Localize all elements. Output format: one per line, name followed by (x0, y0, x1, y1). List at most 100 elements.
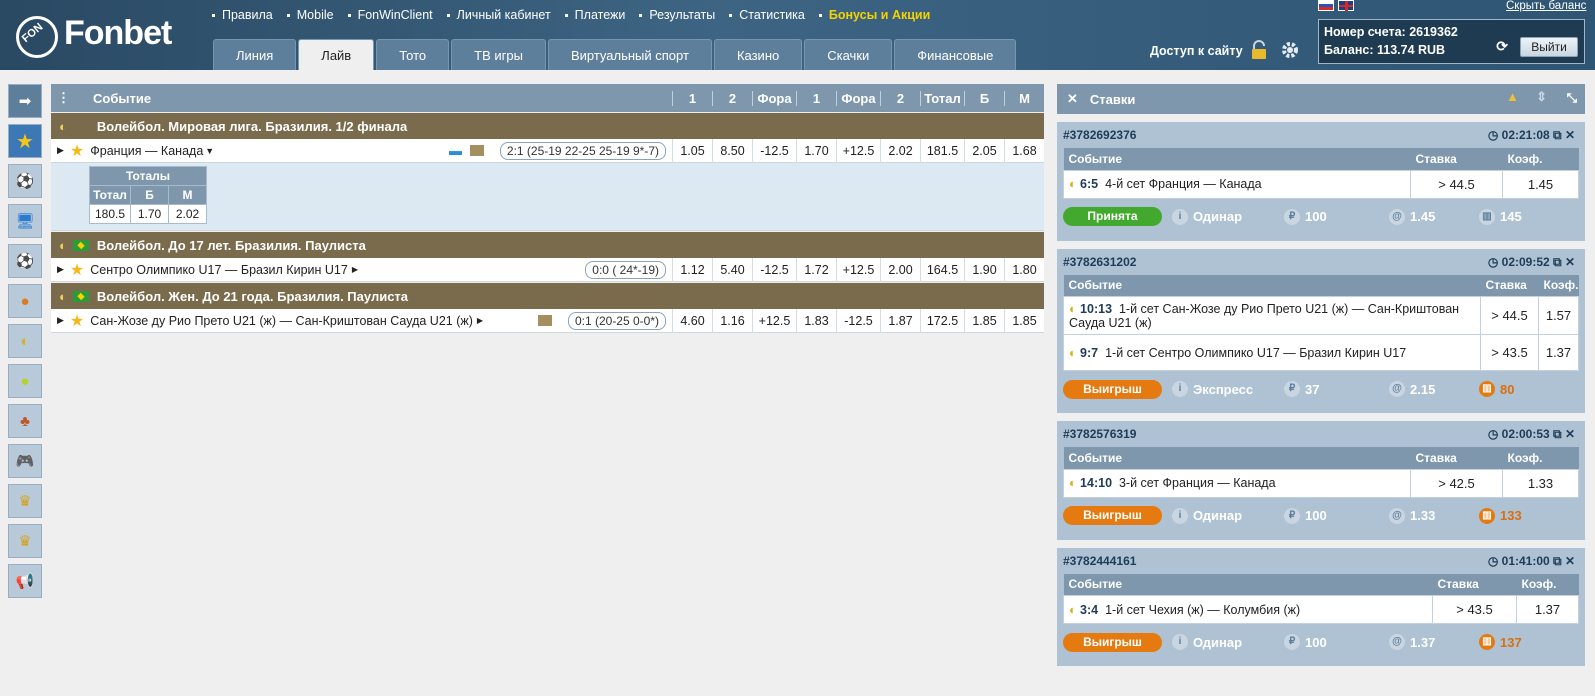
odd-cell[interactable]: 1.85 (1004, 308, 1044, 333)
bet-id[interactable]: #3782576319 (1063, 427, 1136, 441)
tab-virtual-sport[interactable]: Виртуальный спорт (547, 39, 712, 70)
expand-arrow-icon[interactable]: ▶ (57, 315, 64, 326)
volleyball-icon: ◐ (59, 288, 67, 304)
event-row[interactable]: ▶ ★ Франция — Канада ▼ ▬ 2:1 (25-19 22-2… (51, 138, 1044, 163)
nav-link-rules[interactable]: Правила (212, 8, 273, 22)
lock-icon[interactable] (1250, 40, 1268, 60)
bet-card: #3782692376 ◷ 02:21:08 ⧉ ✕ Событие Ставка… (1057, 122, 1585, 241)
odd-cell[interactable]: 1.83 (796, 308, 836, 333)
competition-header[interactable]: ◐ Волейбол. Жен. До 21 года. Бразилия. П… (51, 283, 1044, 309)
bet-amount: ₽100 (1284, 634, 1327, 650)
odd-cell[interactable]: 8.50 (712, 138, 752, 163)
misc-sports-icon[interactable]: ♣ (8, 404, 42, 438)
odd-cell[interactable]: 1.70 (796, 138, 836, 163)
tab-racing[interactable]: Скачки (804, 39, 893, 70)
bets-panel: ✕ Ставки ⤡ ⇕ ▲ #3782692376 ◷ 02:21:08 ⧉ … (1057, 84, 1585, 666)
nav-link-fonwinclient[interactable]: FonWinClient (347, 8, 433, 22)
odd-cell[interactable]: 1.05 (672, 138, 712, 163)
favorites-star-icon[interactable]: ★ (8, 124, 42, 158)
bet-id[interactable]: #3782692376 (1063, 128, 1136, 142)
expand-caret-icon[interactable]: ▶ (352, 265, 358, 274)
odd-cell[interactable]: 1.87 (880, 308, 920, 333)
competition-header[interactable]: ◐ Волейбол. Мировая лига. Бразилия. 1/2 … (51, 113, 1044, 139)
site-access-label[interactable]: Доступ к сайту (1150, 44, 1243, 58)
nav-link-payments[interactable]: Платежи (564, 8, 625, 22)
trophy-alt-icon[interactable]: ♛ (8, 524, 42, 558)
logout-button[interactable]: Выйти (1520, 37, 1578, 57)
nav-link-bonuses[interactable]: Бонусы и Акции (818, 8, 930, 22)
odd-cell[interactable]: 4.60 (672, 308, 712, 333)
sort-arrows-icon[interactable]: ⇕ (1536, 89, 1547, 105)
totals-odd-over[interactable]: 1.70 (130, 204, 169, 224)
odd-cell[interactable]: 2.02 (880, 138, 920, 163)
tab-toto[interactable]: Тото (376, 39, 450, 70)
totals-odd-under[interactable]: 2.02 (168, 204, 207, 224)
basketball-icon[interactable]: ● (8, 284, 42, 318)
odd-cell[interactable]: 1.85 (964, 308, 1004, 333)
event-name[interactable]: Сентро Олимпико U17 — Бразил Кирин U17 (90, 263, 348, 277)
odd-cell[interactable]: 5.40 (712, 257, 752, 282)
nav-link-cabinet[interactable]: Личный кабинет (446, 8, 551, 22)
bet-coef: 1.37 (1538, 334, 1579, 371)
event-row[interactable]: ▶ ★ Сентро Олимпико U17 — Бразил Кирин U… (51, 257, 1044, 282)
account-box: Номер счета: 2619362 Баланс: 113.74 RUB … (1318, 19, 1585, 64)
gear-icon[interactable] (1280, 40, 1300, 60)
dropdown-caret-icon[interactable]: ▼ (205, 146, 214, 156)
tennis-icon[interactable]: ● (8, 364, 42, 398)
competition-header[interactable]: ◐ Волейбол. До 17 лет. Бразилия. Паулист… (51, 232, 1044, 258)
bet-title: #3782444161 ◷ 01:41:00 ⧉ ✕ (1063, 548, 1579, 574)
refresh-balance-icon[interactable]: ⟳ (1496, 37, 1508, 55)
tab-financial[interactable]: Финансовые (894, 39, 1017, 70)
bet-status-badge: Выигрыш (1063, 632, 1162, 652)
nav-link-results[interactable]: Результаты (639, 8, 715, 22)
tab-line[interactable]: Линия (213, 39, 297, 70)
tab-live[interactable]: Лайв (298, 39, 375, 70)
nav-link-statistics[interactable]: Статистика (729, 8, 805, 22)
tv-broadcast-icon[interactable]: ▬ (449, 143, 462, 158)
announcement-megaphone-icon[interactable]: 📢 (8, 564, 42, 598)
flag-gb-icon[interactable] (1338, 0, 1354, 11)
odd-cell[interactable]: 1.72 (796, 257, 836, 282)
nav-link-mobile[interactable]: Mobile (286, 8, 334, 22)
flag-ru-icon[interactable] (1318, 0, 1334, 11)
statistics-icon[interactable] (538, 314, 552, 326)
odd-cell[interactable]: 2.00 (880, 257, 920, 282)
event-row[interactable]: ▶ ★ Сан-Жозе ду Рио Прето U21 (ж) — Сан-… (51, 308, 1044, 333)
menu-dots-icon[interactable]: ⋮ (57, 90, 70, 106)
volleyball-icon[interactable]: ◐ (8, 324, 42, 358)
football-icon[interactable]: ⚽ (8, 244, 42, 278)
odd-cell[interactable]: 2.05 (964, 138, 1004, 163)
odd-cell: 181.5 (920, 138, 964, 163)
favorite-star-icon[interactable]: ★ (70, 260, 84, 280)
odd-cell[interactable]: 1.16 (712, 308, 752, 333)
bet-id[interactable]: #3782631202 (1063, 255, 1136, 269)
statistics-icon[interactable] (470, 144, 484, 156)
expand-arrow-icon[interactable]: ▶ (57, 264, 64, 275)
expand-arrow-icon[interactable]: ▶ (57, 145, 64, 156)
favorite-star-icon[interactable]: ★ (70, 311, 84, 331)
at-icon: @ (1389, 381, 1405, 397)
collapse-arrows-icon[interactable]: ⤡ (1567, 90, 1577, 106)
hide-balance-link[interactable]: Скрыть баланс (1506, 0, 1586, 12)
expand-arrow-icon[interactable]: ➡ (8, 84, 42, 118)
expand-caret-icon[interactable]: ▶ (477, 316, 483, 325)
tv-icon[interactable]: 🖥 (8, 204, 42, 238)
odd-cell[interactable]: 1.12 (672, 257, 712, 282)
odd-cell[interactable]: 1.90 (964, 257, 1004, 282)
event-name[interactable]: Сан-Жозе ду Рио Прето U21 (ж) — Сан-Криш… (90, 314, 473, 328)
odd-cell[interactable]: 1.68 (1004, 138, 1044, 163)
fonbet-logo[interactable]: FON Fonbet (12, 10, 172, 58)
close-icon[interactable]: ✕ (1067, 91, 1078, 107)
esports-gamepad-icon[interactable]: 🎮 (8, 444, 42, 478)
bet-id[interactable]: #3782444161 (1063, 554, 1136, 568)
main-tabs: Линия Лайв Тото ТВ игры Виртуальный спор… (213, 39, 1017, 70)
trophy-icon[interactable]: ♛ (8, 484, 42, 518)
bet-payout: ▥ 145 (1479, 208, 1522, 225)
tab-tv-games[interactable]: ТВ игры (451, 39, 546, 70)
tab-casino[interactable]: Казино (713, 39, 803, 70)
odd-cell[interactable]: 1.80 (1004, 257, 1044, 282)
favorite-star-icon[interactable]: ★ (70, 141, 84, 161)
sort-up-icon[interactable]: ▲ (1506, 89, 1519, 104)
all-sports-icon[interactable]: ⚽ (8, 164, 42, 198)
event-name[interactable]: Франция — Канада (90, 144, 203, 158)
